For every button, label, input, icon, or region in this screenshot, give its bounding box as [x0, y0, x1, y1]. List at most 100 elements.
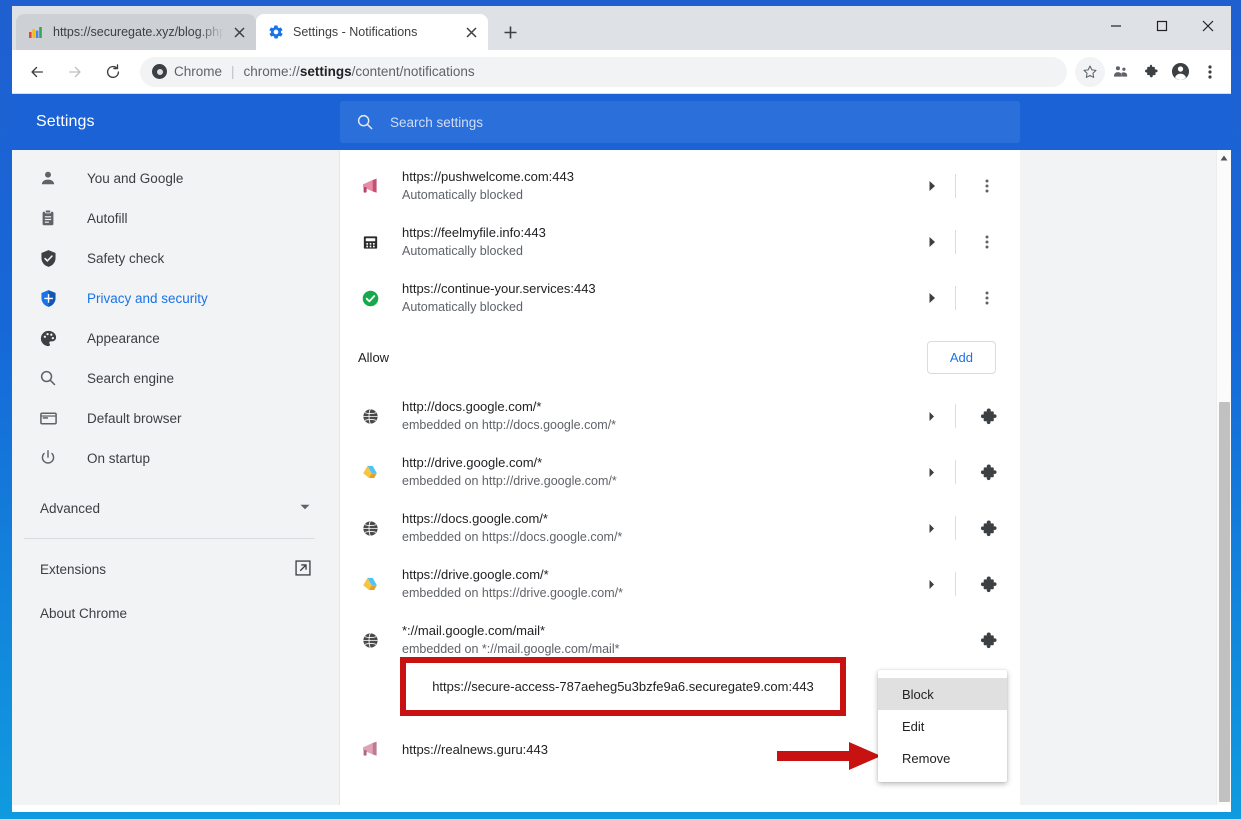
site-url: https://pushwelcome.com:443: [402, 169, 574, 184]
puzzle-icon[interactable]: [970, 463, 1004, 482]
desktop-background: https://securegate.xyz/blog.php? Setting…: [0, 0, 1241, 819]
site-info: http://drive.google.com/* embedded on ht…: [402, 453, 915, 491]
reload-button[interactable]: [98, 57, 128, 87]
scrollbar-thumb[interactable]: [1219, 402, 1230, 802]
drive-icon: [360, 574, 380, 594]
green-check-icon: [360, 288, 380, 308]
browser-tab-2[interactable]: Settings - Notifications: [256, 14, 488, 50]
forward-button[interactable]: [60, 57, 90, 87]
star-icon[interactable]: [1075, 56, 1105, 87]
sidebar-item-search-engine[interactable]: Search engine: [12, 358, 339, 398]
site-status: Automatically blocked: [402, 244, 523, 258]
sidebar-item-privacy-and-security[interactable]: Privacy and security: [12, 278, 339, 318]
search-input[interactable]: [390, 114, 1004, 130]
browser-window: https://securegate.xyz/blog.php? Setting…: [12, 6, 1231, 812]
puzzle-icon[interactable]: [970, 407, 1004, 426]
close-icon[interactable]: [230, 23, 248, 41]
chevron-right-icon[interactable]: [915, 467, 949, 478]
allow-section-header: Allow Add: [356, 326, 1004, 388]
sidebar-item-advanced[interactable]: Advanced: [12, 486, 339, 530]
clipboard-icon: [38, 208, 58, 228]
table-row[interactable]: http://docs.google.com/* embedded on htt…: [356, 388, 1004, 444]
table-row[interactable]: http://drive.google.com/* embedded on ht…: [356, 444, 1004, 500]
sidebar-item-you-and-google[interactable]: You and Google: [12, 158, 339, 198]
back-button[interactable]: [22, 57, 52, 87]
extensions-people-icon[interactable]: [1105, 57, 1135, 87]
sidebar-item-default-browser[interactable]: Default browser: [12, 398, 339, 438]
chevron-right-icon[interactable]: [915, 292, 949, 304]
site-url: https://drive.google.com/*: [402, 567, 549, 582]
settings-header: Settings: [12, 94, 1231, 150]
chevron-right-icon[interactable]: [915, 180, 949, 192]
address-bar[interactable]: Chrome | chrome://settings/content/notif…: [140, 56, 1067, 87]
site-status: Automatically blocked: [402, 300, 523, 314]
row-divider: [955, 230, 956, 254]
sidebar-item-about-chrome[interactable]: About Chrome: [12, 591, 339, 635]
table-row[interactable]: https://continue-your.services:443 Autom…: [356, 270, 1004, 326]
url-prefix: chrome://: [243, 64, 300, 79]
puzzle-icon[interactable]: [970, 631, 1004, 650]
table-row[interactable]: https://feelmyfile.info:443 Automaticall…: [356, 214, 1004, 270]
chrome-chip-label: Chrome: [174, 64, 223, 79]
page-title: Settings: [36, 113, 95, 130]
kebab-menu-icon[interactable]: [970, 290, 1004, 306]
new-tab-button[interactable]: [496, 18, 524, 46]
maximize-button[interactable]: [1139, 6, 1185, 46]
row-divider: [955, 460, 956, 484]
settings-sidebar: You and Google Autofill Safety check Pri…: [12, 150, 340, 812]
site-url: https://feelmyfile.info:443: [402, 225, 546, 240]
puzzle-icon[interactable]: [970, 575, 1004, 594]
table-row[interactable]: https://pushwelcome.com:443 Automaticall…: [356, 158, 1004, 214]
kebab-menu-icon[interactable]: [1195, 57, 1225, 87]
minimize-button[interactable]: [1093, 6, 1139, 46]
profile-icon[interactable]: [1165, 57, 1195, 87]
table-row[interactable]: https://drive.google.com/* embedded on h…: [356, 556, 1004, 612]
browser-window-icon: [38, 408, 58, 428]
scroll-up-arrow-icon[interactable]: [1217, 150, 1231, 165]
globe-icon: [360, 406, 380, 426]
sidebar-item-on-startup[interactable]: On startup: [12, 438, 339, 478]
chevron-right-icon[interactable]: [915, 523, 949, 534]
site-embedded: embedded on *://mail.google.com/mail*: [402, 642, 620, 656]
site-info: http://docs.google.com/* embedded on htt…: [402, 397, 915, 435]
row-divider: [955, 286, 956, 310]
context-menu-item-edit[interactable]: Edit: [878, 710, 1007, 742]
site-info: https://feelmyfile.info:443 Automaticall…: [402, 223, 915, 261]
megaphone-icon: [360, 739, 380, 759]
allow-label: Allow: [358, 349, 390, 365]
chevron-right-icon[interactable]: [915, 579, 949, 590]
chevron-down-icon: [299, 501, 311, 516]
puzzle-icon[interactable]: [970, 519, 1004, 538]
palette-icon: [38, 328, 58, 348]
sidebar-item-appearance[interactable]: Appearance: [12, 318, 339, 358]
add-button[interactable]: Add: [926, 340, 996, 374]
tab-strip: https://securegate.xyz/blog.php? Setting…: [12, 6, 1231, 50]
chevron-right-icon[interactable]: [915, 236, 949, 248]
highlighted-url-callout: https://secure-access-787aeheg5u3bzfe9a6…: [400, 657, 846, 716]
close-window-button[interactable]: [1185, 6, 1231, 46]
site-info: https://docs.google.com/* embedded on ht…: [402, 509, 915, 547]
site-context-menu: Block Edit Remove: [878, 670, 1007, 782]
sidebar-item-extensions[interactable]: Extensions: [12, 547, 339, 591]
puzzle-icon[interactable]: [1135, 57, 1165, 87]
sidebar-divider: [24, 538, 315, 539]
kebab-menu-icon[interactable]: [970, 234, 1004, 250]
site-info: https://drive.google.com/* embedded on h…: [402, 565, 915, 603]
search-icon: [356, 113, 374, 131]
search-settings-box[interactable]: [340, 101, 1020, 143]
browser-tab-1[interactable]: https://securegate.xyz/blog.php?: [16, 14, 256, 50]
vertical-scrollbar[interactable]: [1216, 150, 1231, 812]
site-info: https://continue-your.services:443 Autom…: [402, 279, 915, 317]
context-menu-item-remove[interactable]: Remove: [878, 742, 1007, 774]
sidebar-item-safety-check[interactable]: Safety check: [12, 238, 339, 278]
site-url: http://drive.google.com/*: [402, 455, 543, 470]
close-icon[interactable]: [462, 23, 480, 41]
url-text: chrome://settings/content/notifications: [244, 64, 475, 79]
sidebar-item-autofill[interactable]: Autofill: [12, 198, 339, 238]
window-controls: [1093, 6, 1231, 46]
context-menu-item-block[interactable]: Block: [878, 678, 1007, 710]
table-row[interactable]: https://docs.google.com/* embedded on ht…: [356, 500, 1004, 556]
shield-check-icon: [38, 248, 58, 268]
kebab-menu-icon[interactable]: [970, 178, 1004, 194]
chevron-right-icon[interactable]: [915, 411, 949, 422]
